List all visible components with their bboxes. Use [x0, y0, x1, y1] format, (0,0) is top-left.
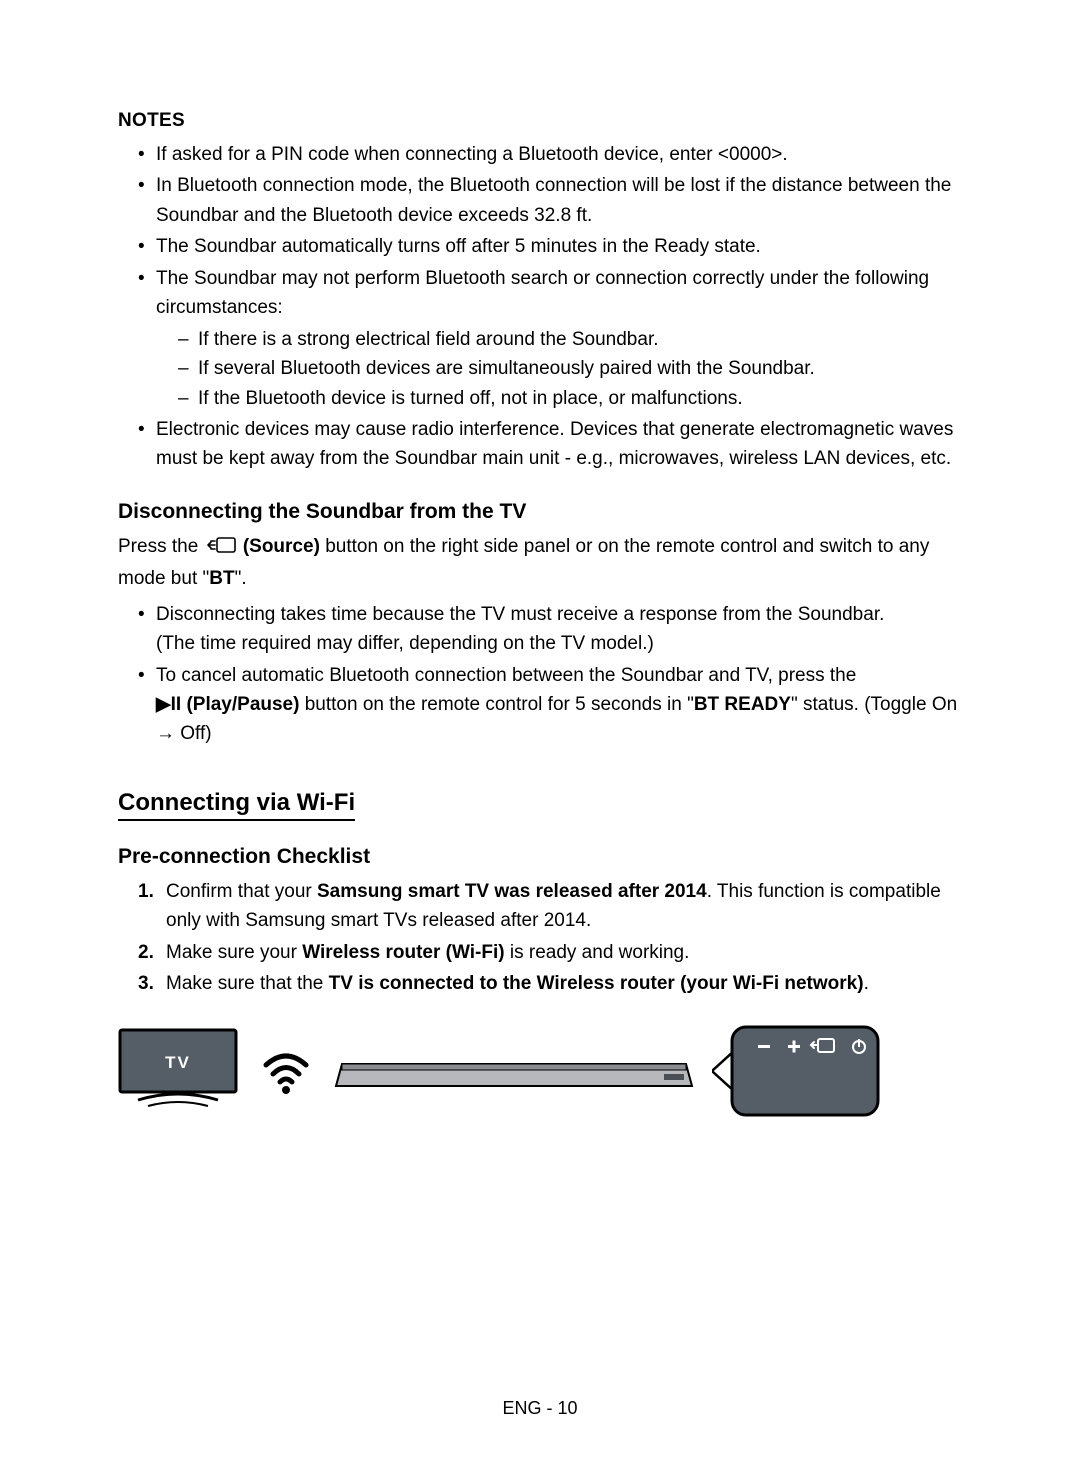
soundbar-icon	[334, 1046, 694, 1096]
text: Make sure your	[166, 942, 302, 963]
soundbar-panel-icon	[712, 1021, 882, 1121]
text: Press the	[118, 536, 204, 557]
wifi-heading: Connecting via Wi-Fi	[118, 789, 355, 821]
wifi-subheading: Pre-connection Checklist	[118, 845, 962, 869]
notes-list: If asked for a PIN code when connecting …	[118, 140, 962, 474]
text: is ready and working.	[505, 942, 690, 963]
source-label: (Source)	[243, 536, 320, 557]
bt-label: BT	[209, 568, 234, 589]
disconnect-list: Disconnecting takes time because the TV …	[118, 600, 962, 749]
notes-item: The Soundbar automatically turns off aft…	[138, 232, 962, 261]
playpause-label: ▶II (Play/Pause)	[156, 694, 299, 715]
notes-sublist: If there is a strong electrical field ar…	[156, 325, 962, 413]
tv-label: TV	[165, 1053, 191, 1072]
tv-icon: TV	[118, 1028, 238, 1113]
btready-label: BT READY	[694, 694, 791, 715]
text: button on the remote control for 5 secon…	[305, 694, 694, 715]
text: (The time required may differ, depending…	[156, 633, 654, 654]
notes-heading: NOTES	[118, 110, 962, 132]
notes-subitem: If the Bluetooth device is turned off, n…	[178, 384, 962, 413]
page-footer: ENG - 10	[0, 1398, 1080, 1419]
wifi-checklist: Confirm that your Samsung smart TV was r…	[118, 877, 962, 999]
disconnect-item: To cancel automatic Bluetooth connection…	[138, 661, 962, 749]
notes-item-text: The Soundbar may not perform Bluetooth s…	[156, 268, 929, 318]
text: Confirm that your	[166, 881, 317, 902]
text: Make sure that the	[166, 973, 329, 994]
checklist-item: Make sure your Wireless router (Wi-Fi) i…	[138, 938, 962, 967]
notes-item: In Bluetooth connection mode, the Blueto…	[138, 171, 962, 230]
disconnect-instruction: Press the (Source) button on the right s…	[118, 532, 962, 594]
notes-item: The Soundbar may not perform Bluetooth s…	[138, 264, 962, 413]
notes-item: If asked for a PIN code when connecting …	[138, 140, 962, 169]
checklist-item: Confirm that your Samsung smart TV was r…	[138, 877, 962, 936]
notes-subitem: If several Bluetooth devices are simulta…	[178, 354, 962, 383]
notes-item: Electronic devices may cause radio inter…	[138, 415, 962, 474]
disconnect-heading: Disconnecting the Soundbar from the TV	[118, 500, 962, 524]
text: .	[864, 973, 869, 994]
text: Disconnecting takes time because the TV …	[156, 604, 884, 625]
bold: Wireless router (Wi-Fi)	[302, 942, 504, 963]
wifi-icon	[256, 1041, 316, 1101]
source-icon	[206, 535, 236, 564]
checklist-item: Make sure that the TV is connected to th…	[138, 969, 962, 998]
text: ".	[235, 568, 247, 589]
text: To cancel automatic Bluetooth connection…	[156, 665, 856, 686]
wifi-diagram: TV	[118, 1021, 962, 1121]
disconnect-item: Disconnecting takes time because the TV …	[138, 600, 962, 659]
bold: TV is connected to the Wireless router (…	[329, 973, 864, 994]
notes-subitem: If there is a strong electrical field ar…	[178, 325, 962, 354]
bold: Samsung smart TV was released after 2014	[317, 881, 707, 902]
